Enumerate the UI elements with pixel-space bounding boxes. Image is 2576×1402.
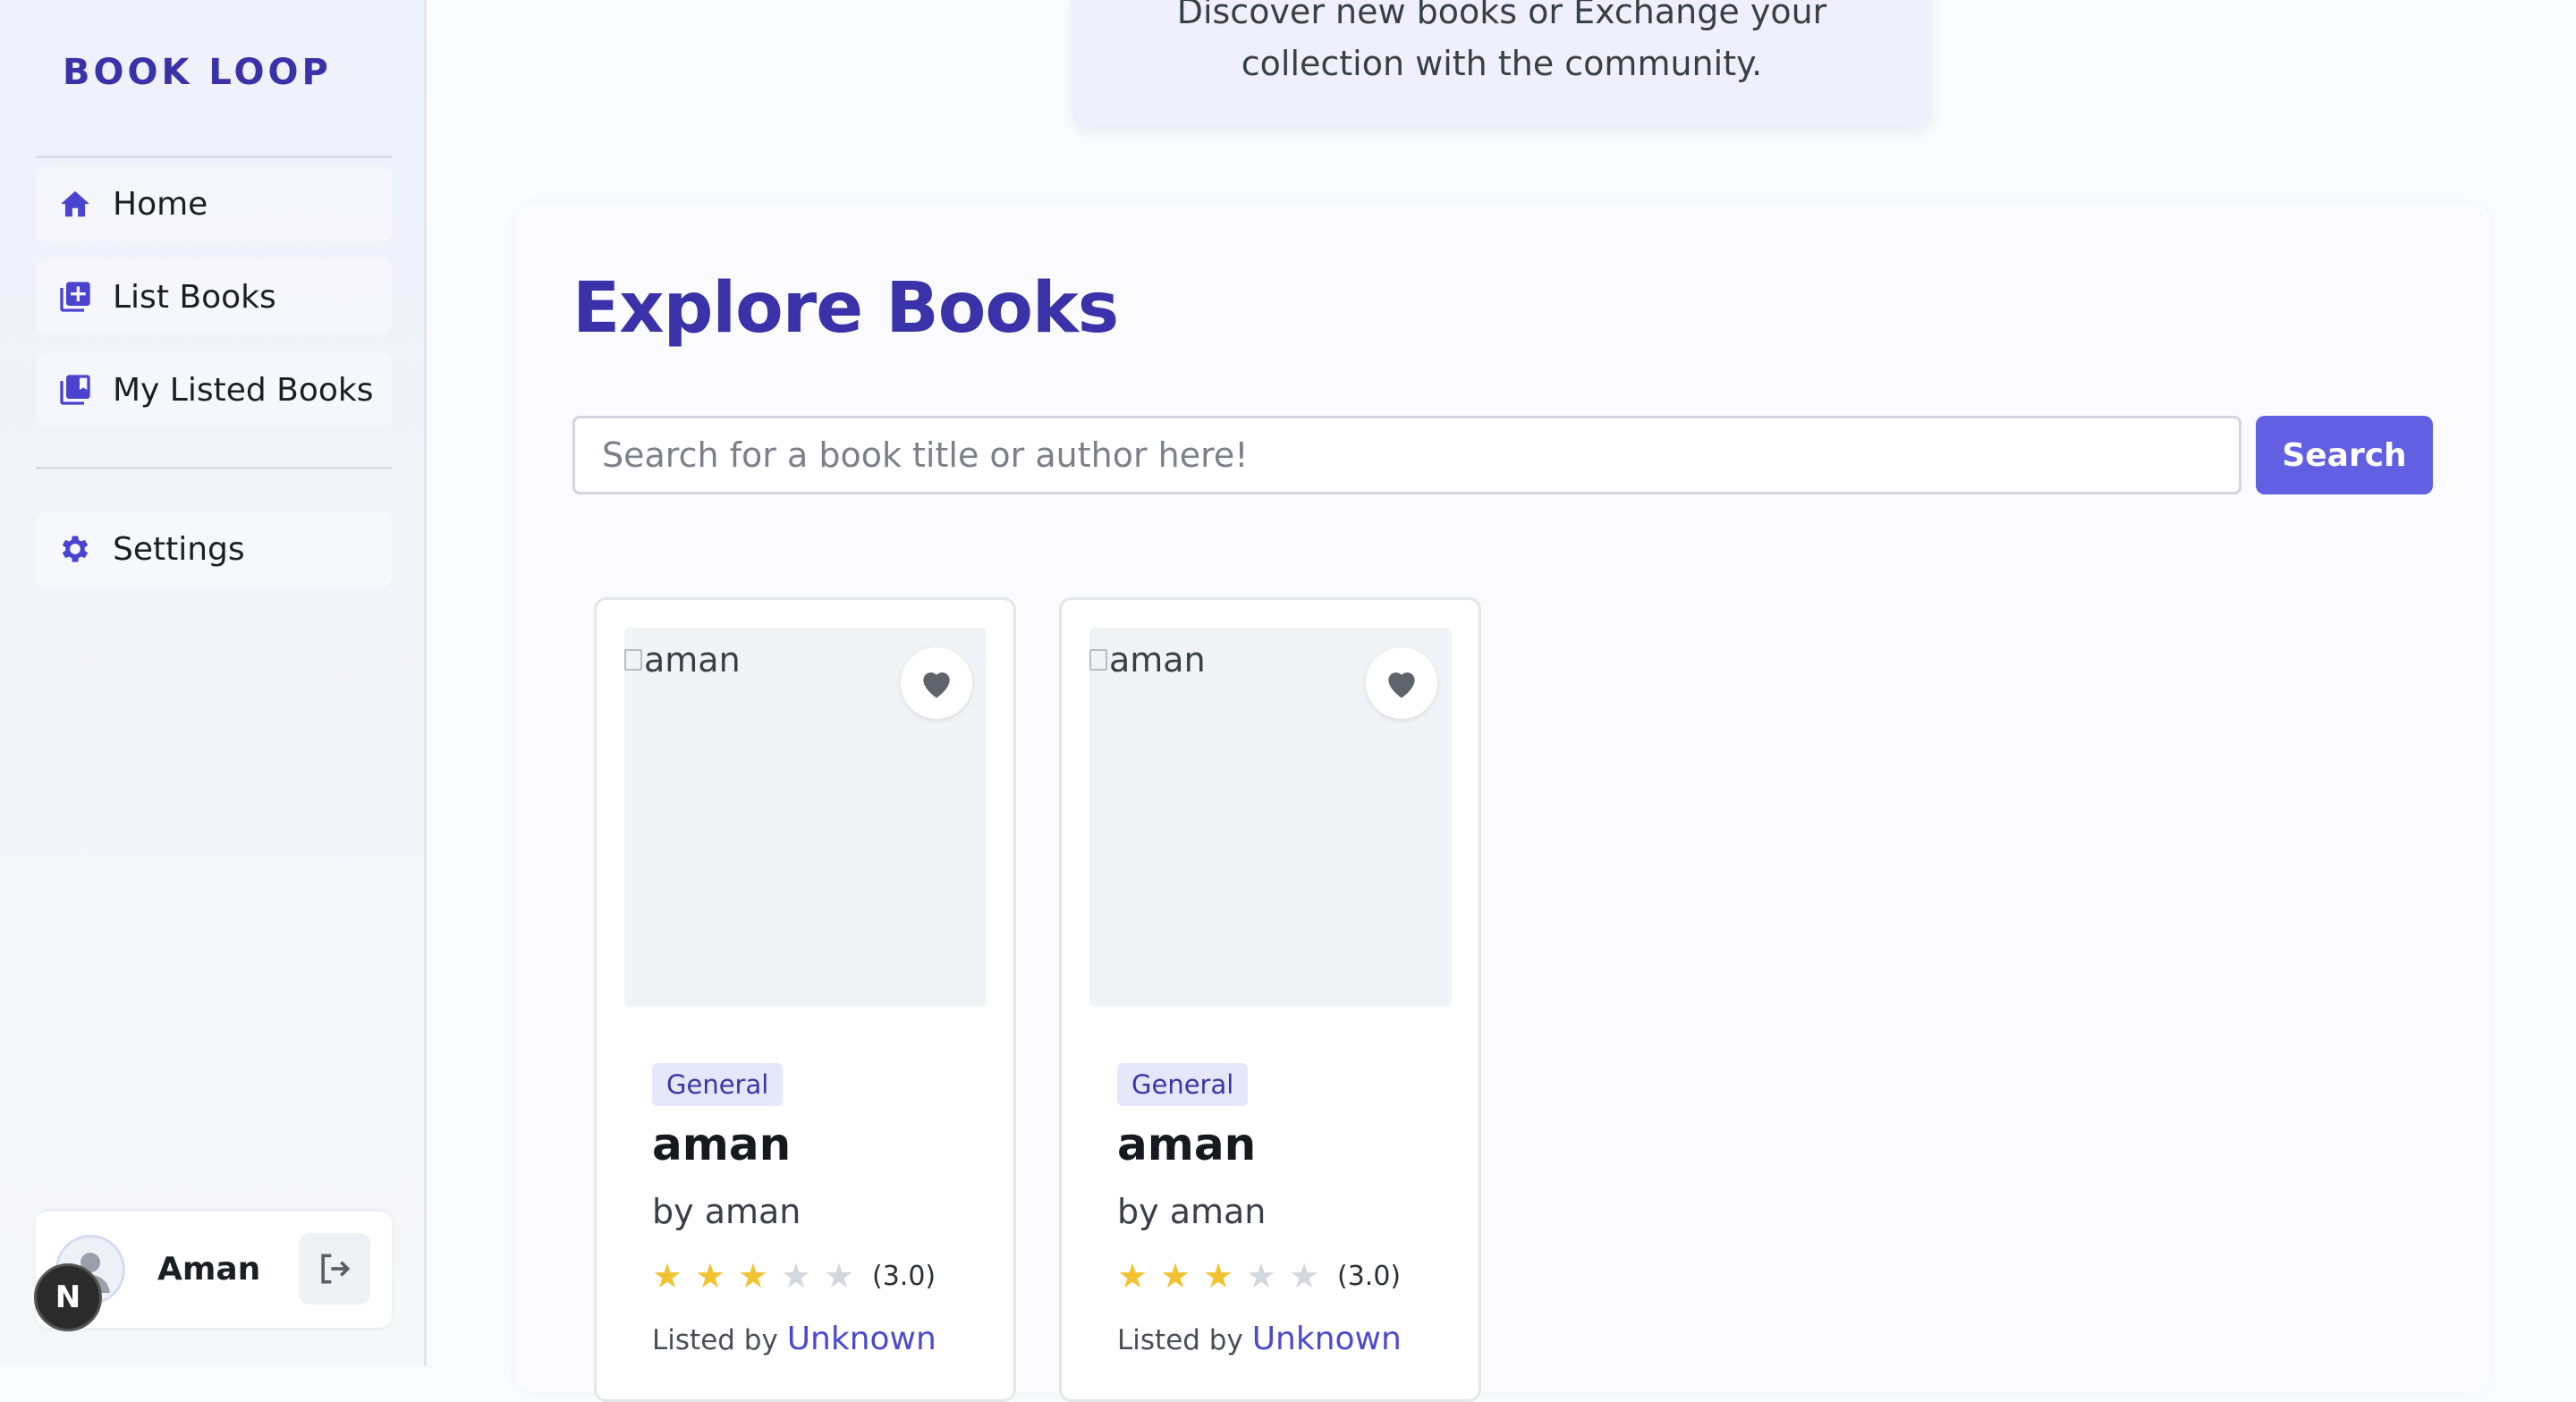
rating-value: (3.0) [872, 1260, 936, 1292]
star-icon: ★ [781, 1256, 812, 1296]
hero-text-line-1: Discover new books or Exchange your [1176, 0, 1827, 31]
book-cover-image: aman [1089, 628, 1452, 1007]
listed-by: Listed by Unknown [652, 1321, 936, 1357]
genre-badge: General [652, 1063, 784, 1106]
hero-text-line-2: collection with the community. [1241, 44, 1763, 83]
heart-icon [1388, 672, 1415, 698]
sidebar-item-label: My Listed Books [113, 371, 374, 409]
book-cover-alt: aman [644, 640, 741, 680]
page-title: Explore Books [572, 268, 1119, 349]
listed-by-link[interactable]: Unknown [787, 1321, 936, 1357]
star-rating: ★ ★ ★ ★ ★ (3.0) [1117, 1258, 1401, 1294]
book-card[interactable]: aman General aman by aman ★ ★ ★ ★ ★ (3.0… [1059, 597, 1481, 1402]
user-name: Aman [157, 1251, 261, 1288]
search-input[interactable] [572, 416, 2241, 494]
book-cover-alt: aman [1109, 640, 1206, 680]
listed-by: Listed by Unknown [1117, 1321, 1402, 1357]
sidebar-divider [36, 156, 392, 158]
hero-banner: Discover new books or Exchange your coll… [1072, 0, 1932, 127]
genre-badge: General [1117, 1063, 1249, 1106]
sidebar-item-settings[interactable]: Settings [36, 511, 392, 587]
star-icon: ★ [695, 1256, 726, 1296]
library-books-icon [57, 372, 93, 408]
rating-value: (3.0) [1337, 1260, 1402, 1292]
book-title: aman [652, 1119, 792, 1170]
star-icon: ★ [1289, 1256, 1320, 1296]
heart-icon [923, 672, 950, 698]
book-author: by aman [652, 1192, 801, 1231]
listed-by-label: Listed by [652, 1324, 778, 1356]
book-author: by aman [1117, 1192, 1267, 1231]
logout-icon [321, 1254, 351, 1284]
broken-image-icon [1089, 649, 1107, 671]
star-icon: ★ [1117, 1256, 1148, 1296]
star-icon: ★ [1246, 1256, 1277, 1296]
star-icon: ★ [1203, 1256, 1234, 1296]
book-cover-image: aman [624, 628, 987, 1007]
book-title: aman [1117, 1119, 1257, 1170]
next-dev-badge[interactable]: N [34, 1263, 102, 1331]
star-rating: ★ ★ ★ ★ ★ (3.0) [652, 1258, 936, 1294]
star-icon: ★ [652, 1256, 683, 1296]
sidebar-item-label: List Books [113, 278, 276, 316]
favorite-button[interactable] [901, 647, 972, 719]
star-icon: ★ [824, 1256, 855, 1296]
book-card[interactable]: aman General aman by aman ★ ★ ★ ★ ★ (3.0… [594, 597, 1016, 1402]
sidebar: BOOK LOOP Home List Books My Listed Book… [0, 0, 427, 1366]
sidebar-item-my-listed-books[interactable]: My Listed Books [36, 352, 392, 427]
listed-by-label: Listed by [1117, 1324, 1243, 1356]
sidebar-item-label: Home [113, 185, 208, 223]
listed-by-link[interactable]: Unknown [1252, 1321, 1402, 1357]
gear-icon [57, 531, 93, 567]
star-icon: ★ [738, 1256, 769, 1296]
search-button[interactable]: Search [2256, 416, 2433, 494]
brand-logo[interactable]: BOOK LOOP [63, 52, 332, 93]
sidebar-item-list-books[interactable]: List Books [36, 259, 392, 334]
home-icon [57, 186, 93, 222]
sidebar-item-home[interactable]: Home [36, 166, 392, 241]
sidebar-item-label: Settings [113, 530, 245, 568]
favorite-button[interactable] [1366, 647, 1437, 719]
library-add-icon [57, 279, 93, 315]
star-icon: ★ [1160, 1256, 1191, 1296]
sidebar-divider [36, 467, 392, 469]
broken-image-icon [624, 649, 642, 671]
logout-button[interactable] [299, 1233, 370, 1305]
